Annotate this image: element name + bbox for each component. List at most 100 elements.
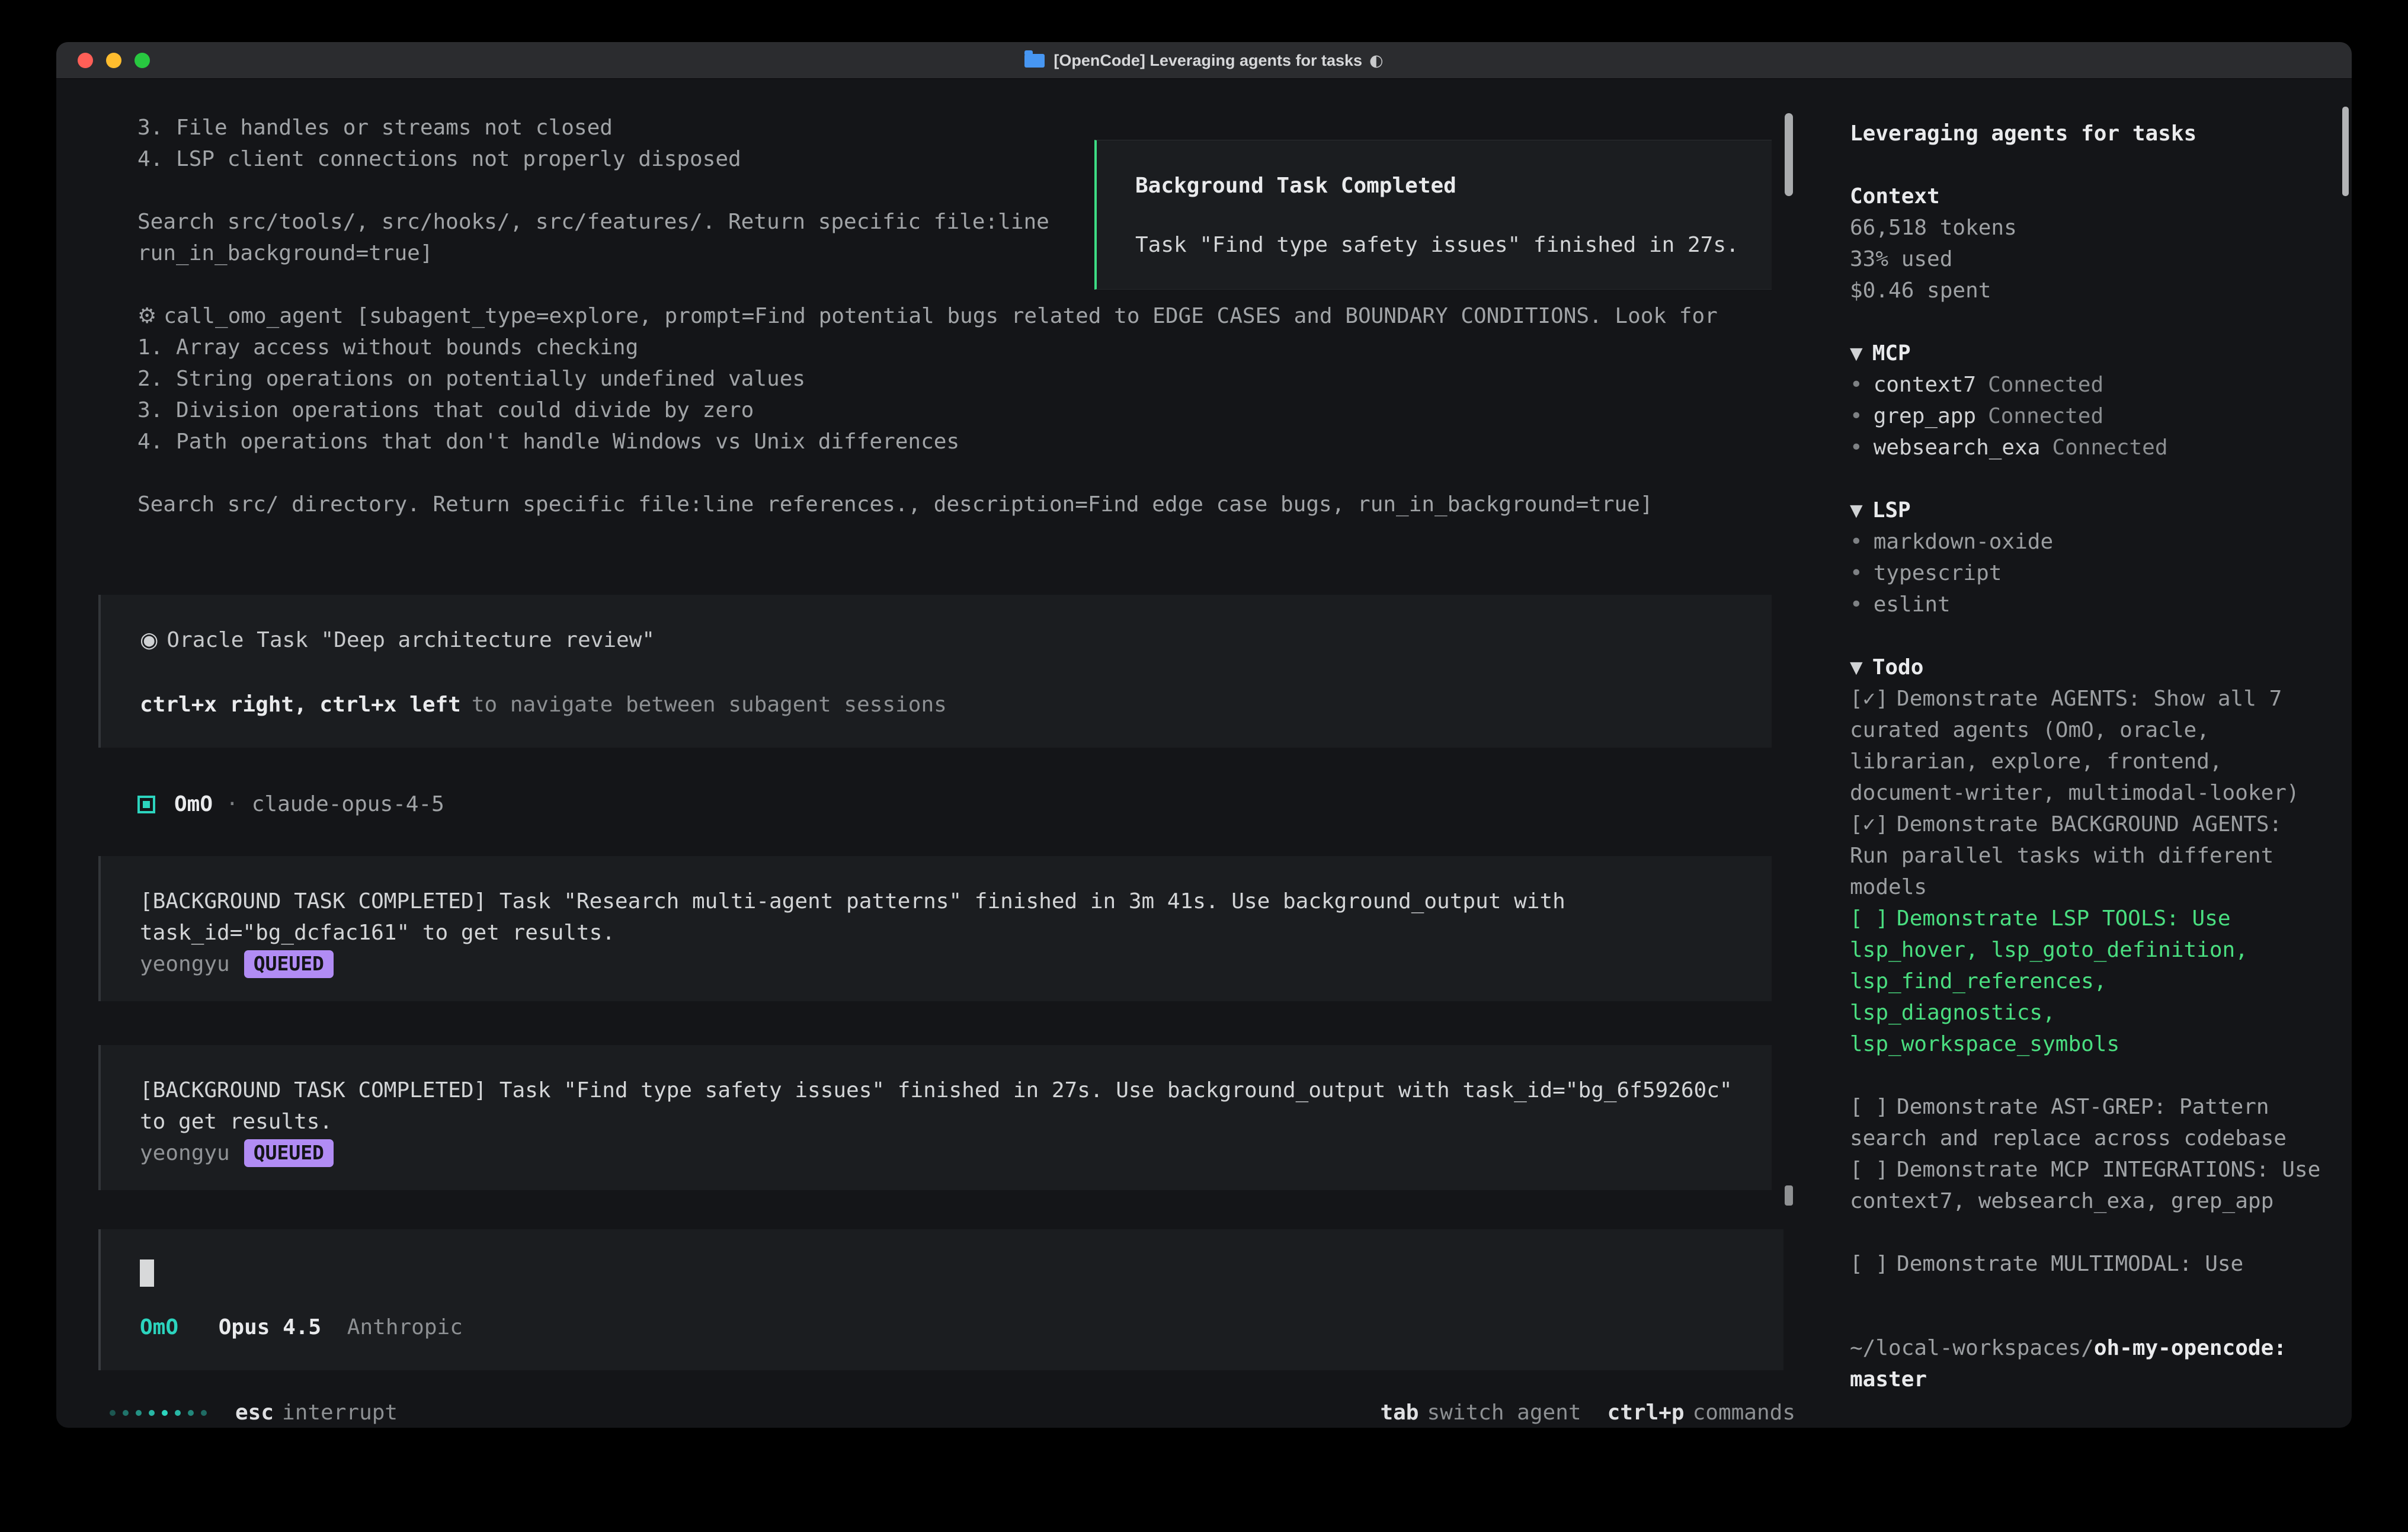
todo-item: [✓]Demonstrate AGENTS: Show all 7 curate… bbox=[1850, 683, 2324, 809]
lsp-name: markdown-oxide bbox=[1874, 530, 2053, 554]
tab-key-hint: tab bbox=[1380, 1397, 1418, 1428]
workspace-branch: master bbox=[1850, 1364, 2330, 1395]
navigation-hint: ctrl+x right, ctrl+x leftto navigate bet… bbox=[140, 689, 1733, 720]
scrollback-line: Search src/ directory. Return specific f… bbox=[137, 489, 1828, 520]
todo-section-header[interactable]: ▼ Todo bbox=[1850, 652, 2352, 683]
toast-body: Task "Find type safety issues" finished … bbox=[1135, 229, 1748, 261]
prompt-input[interactable]: OmO Opus 4.5 Anthropic bbox=[98, 1229, 1783, 1370]
main-scrollbar-thumb[interactable] bbox=[1785, 113, 1793, 196]
todo-text: Demonstrate AST-GREP: Pattern search and… bbox=[1850, 1095, 2287, 1150]
mcp-item: •websearch_exaConnected bbox=[1850, 432, 2352, 463]
status-badge: QUEUED bbox=[244, 1139, 334, 1167]
scrollback-line: 3. Division operations that could divide… bbox=[137, 395, 1828, 426]
lsp-section: ▼LSP • markdown-oxide • typescript • eslint bbox=[1850, 495, 2352, 620]
bullet-icon: • bbox=[1850, 435, 1863, 460]
window-title-text: [OpenCode] Leveraging agents for tasks bbox=[1054, 45, 1362, 76]
checkbox-empty-icon: [ ] bbox=[1850, 1158, 1888, 1182]
context-section: Context 66,518 tokens 33% used $0.46 spe… bbox=[1850, 181, 2352, 306]
activity-spinner bbox=[110, 1410, 207, 1416]
todo-item: [ ]Demonstrate MCP INTEGRATIONS: Use con… bbox=[1850, 1154, 2324, 1217]
lsp-name: eslint bbox=[1874, 592, 1951, 617]
checkbox-empty-icon: [ ] bbox=[1850, 1095, 1888, 1119]
chevron-down-icon: ▼ bbox=[1850, 498, 1863, 523]
active-model-label: Opus 4.5 bbox=[219, 1315, 321, 1339]
window-title: [OpenCode] Leveraging agents for tasks ◐ bbox=[56, 42, 2352, 79]
workspace-path: ~/local-workspaces/oh-my-opencode: maste… bbox=[1850, 1332, 2330, 1395]
message-card: [BACKGROUND TASK COMPLETED] Task "Find t… bbox=[98, 1045, 1772, 1190]
message-text: [BACKGROUND TASK COMPLETED] Task "Find t… bbox=[140, 1075, 1733, 1137]
todo-item: [ ]Demonstrate AST-GREP: Pattern search … bbox=[1850, 1091, 2324, 1154]
terminal-window: [OpenCode] Leveraging agents for tasks ◐… bbox=[56, 42, 2352, 1428]
active-agent-label: OmO bbox=[140, 1315, 178, 1339]
message-card: [BACKGROUND TASK COMPLETED] Task "Resear… bbox=[98, 856, 1772, 1001]
todo-item: [ ] Demonstrate MULTIMODAL: Use bbox=[1850, 1248, 2324, 1280]
bullet-icon: • bbox=[1850, 592, 1863, 617]
bullet-icon: • bbox=[1850, 530, 1863, 554]
mcp-status: Connected bbox=[1988, 404, 2103, 428]
chevron-down-icon: ▼ bbox=[1850, 655, 1863, 680]
commands-key-label: commands bbox=[1693, 1397, 1795, 1428]
todo-heading-text: Todo bbox=[1872, 655, 1924, 680]
mcp-section: ▼ MCP • context7 Connected • grep_app Connect… bbox=[1850, 338, 2352, 463]
context-spent: $0.46 spent bbox=[1850, 275, 2352, 306]
message-text: [BACKGROUND TASK COMPLETED] Task "Resear… bbox=[140, 886, 1733, 948]
context-tokens: 66,518 tokens bbox=[1850, 212, 2352, 243]
gear-icon: ⚙ bbox=[137, 304, 156, 328]
separator-dot: · bbox=[226, 789, 239, 820]
mcp-status: Connected bbox=[2052, 435, 2167, 460]
esc-key-label: interrupt bbox=[282, 1397, 398, 1428]
chevron-down-icon: ▼ bbox=[1850, 341, 1863, 366]
oracle-task-title-text: Oracle Task "Deep architecture review" bbox=[166, 628, 655, 652]
todo-section: ▼Todo [✓]Demonstrate AGENTS: Show all 7 … bbox=[1850, 652, 2352, 1280]
message-author: yeongyu bbox=[140, 1137, 230, 1169]
lsp-section-header[interactable]: ▼LSP bbox=[1850, 495, 2352, 526]
oracle-task-title: ◉Oracle Task "Deep architecture review" bbox=[140, 624, 1733, 656]
mcp-heading-text: MCP bbox=[1872, 341, 1911, 366]
lsp-name: typescript bbox=[1874, 561, 2002, 585]
scrollback-line: 2. String operations on potentially unde… bbox=[137, 363, 1828, 395]
mcp-status: Connected bbox=[1988, 373, 2103, 397]
sidebar-scrollbar-thumb[interactable] bbox=[2342, 107, 2349, 196]
message-author: yeongyu bbox=[140, 948, 230, 980]
mcp-name: grep_app bbox=[1874, 404, 1976, 428]
status-badge: QUEUED bbox=[244, 950, 334, 978]
checkbox-empty-icon: [ ] bbox=[1850, 906, 1888, 931]
tool-call-line: ⚙call_omo_agent [subagent_type=explore, … bbox=[137, 300, 1828, 332]
todo-item: [ ]Demonstrate LSP TOOLS: Use lsp_hover,… bbox=[1850, 903, 2324, 1060]
provider-label: Anthropic bbox=[347, 1315, 463, 1339]
checkbox-checked-icon: [✓] bbox=[1850, 812, 1888, 836]
folder-icon bbox=[1024, 54, 1045, 68]
todo-item: [✓]Demonstrate BACKGROUND AGENTS: Run pa… bbox=[1850, 809, 2324, 903]
scrollback-line: 1. Array access without bounds checking bbox=[137, 332, 1828, 363]
todo-text: Demonstrate AGENTS: Show all 7 curated a… bbox=[1850, 687, 2300, 805]
background-task-toast: Background Task Completed Task "Find typ… bbox=[1094, 140, 1772, 290]
session-title: Leveraging agents for tasks bbox=[1850, 118, 2352, 149]
oracle-task-panel: ◉Oracle Task "Deep architecture review" … bbox=[98, 595, 1772, 748]
checkbox-empty-icon: [ ] bbox=[1850, 1252, 1888, 1276]
checkbox-checked-icon: [✓] bbox=[1850, 687, 1888, 711]
lsp-item: • markdown-oxide bbox=[1850, 526, 2352, 557]
mcp-item: • grep_app Connected bbox=[1850, 400, 2352, 432]
context-used: 33% used bbox=[1850, 243, 2352, 275]
main-scrollbar-marker[interactable] bbox=[1785, 1185, 1793, 1206]
hint-keys: ctrl+x right, ctrl+x left bbox=[140, 693, 461, 717]
todo-text: Demonstrate LSP TOOLS: Use lsp_hover, ls… bbox=[1850, 906, 2248, 1056]
todo-text: Demonstrate MULTIMODAL: Use bbox=[1897, 1252, 2243, 1276]
scrollback-line: 4. Path operations that don't handle Win… bbox=[137, 426, 1828, 457]
agent-square-icon bbox=[137, 796, 155, 813]
mcp-item: • context7 Connected bbox=[1850, 369, 2352, 400]
chat-pane: 3. File handles or streams not closed 4.… bbox=[56, 79, 1828, 1428]
half-circle-icon: ◐ bbox=[1369, 45, 1384, 76]
workspace-path-bold: oh-my-opencode: bbox=[2094, 1336, 2287, 1360]
mcp-section-header[interactable]: ▼ MCP bbox=[1850, 338, 2352, 369]
todo-text: Demonstrate MCP INTEGRATIONS: Use contex… bbox=[1850, 1158, 2320, 1213]
bullet-icon: • bbox=[1850, 373, 1863, 397]
mcp-name: context7 bbox=[1874, 373, 1976, 397]
agent-model: claude-opus-4-5 bbox=[252, 789, 444, 820]
status-bar: esc interrupt tab switch agent ctrl+p co… bbox=[110, 1397, 1795, 1428]
context-heading: Context bbox=[1850, 181, 2352, 212]
agent-header[interactable]: OmO · claude-opus-4-5 bbox=[137, 789, 1772, 820]
workspace-path-dim: ~/local-workspaces/ bbox=[1850, 1336, 2094, 1360]
tab-key-label: switch agent bbox=[1427, 1397, 1581, 1428]
bullet-icon: • bbox=[1850, 404, 1863, 428]
